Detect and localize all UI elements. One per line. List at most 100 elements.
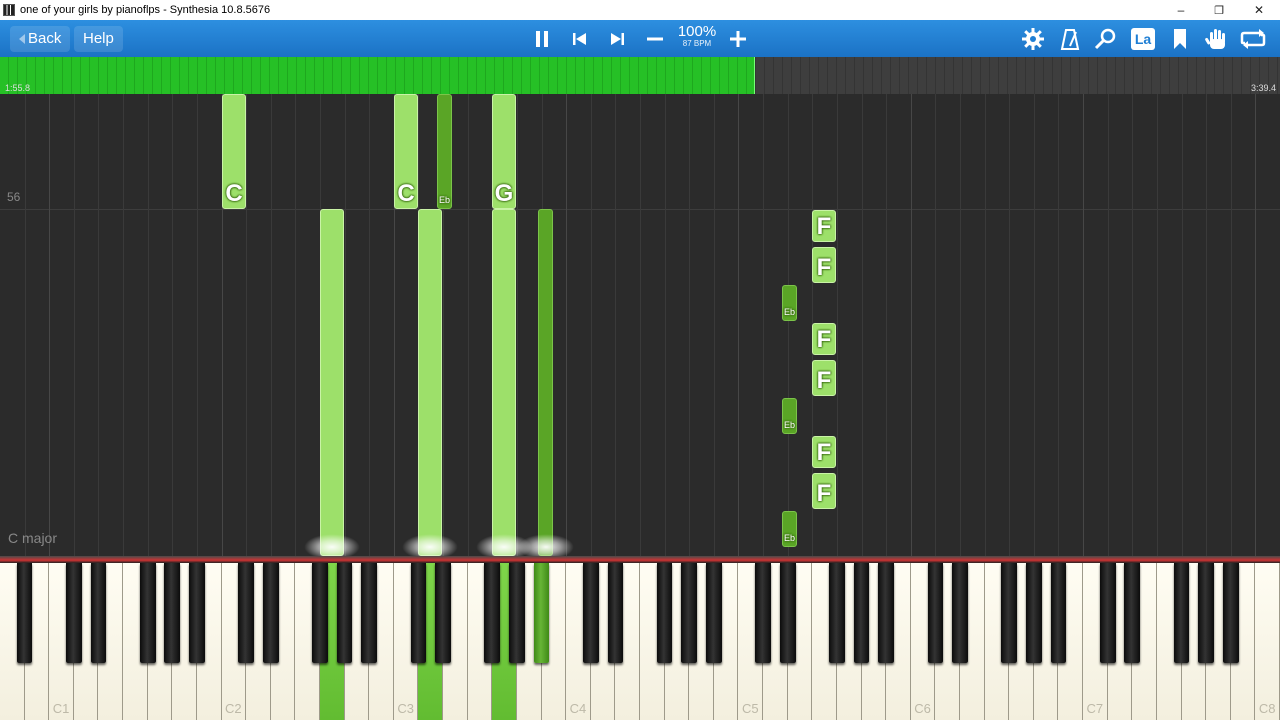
black-key[interactable]: [952, 563, 968, 663]
falling-note: [492, 209, 516, 556]
black-key[interactable]: [336, 563, 353, 663]
hand-icon[interactable]: [1201, 24, 1231, 54]
key-gridline: [295, 94, 296, 556]
key-gridline: [837, 94, 838, 556]
loop-icon[interactable]: [1238, 24, 1268, 54]
metronome-icon[interactable]: [1055, 24, 1085, 54]
black-key[interactable]: [1026, 563, 1042, 663]
pause-icon[interactable]: [527, 24, 557, 54]
black-key[interactable]: [16, 563, 33, 663]
black-key[interactable]: [1198, 563, 1215, 663]
black-key[interactable]: [779, 563, 796, 663]
song-progress-bar[interactable]: 1:55.8 3:39.4: [0, 57, 1280, 94]
key-gridline: [886, 94, 887, 556]
key-gridline: [148, 94, 149, 556]
key-gridline: [197, 94, 198, 556]
note-label: C: [225, 180, 243, 207]
key-gridline: [985, 94, 986, 556]
key-gridline: [1157, 94, 1158, 556]
help-button[interactable]: Help: [74, 26, 123, 52]
black-key[interactable]: [706, 563, 722, 663]
window-title-bar: one of your girls by pianoflps - Synthes…: [0, 0, 1280, 20]
falling-note: [418, 209, 442, 556]
black-key[interactable]: [878, 563, 895, 663]
black-key[interactable]: [755, 563, 771, 663]
falling-note: F: [812, 210, 836, 242]
minimize-button[interactable]: –: [1162, 0, 1200, 20]
falling-note: F: [812, 323, 836, 355]
black-key[interactable]: [853, 563, 870, 663]
speed-display[interactable]: 100% 87 BPM: [674, 24, 720, 48]
falling-note: C: [222, 94, 246, 209]
falling-note: G: [492, 94, 516, 209]
black-key[interactable]: [681, 563, 698, 663]
octave-label: C4: [569, 701, 587, 716]
black-key[interactable]: [533, 563, 550, 663]
key-gridline: [788, 94, 789, 556]
note-label: Eb: [438, 195, 450, 205]
octave-gridline: [1083, 94, 1084, 556]
black-key[interactable]: [1222, 563, 1239, 663]
key-gridline: [1108, 94, 1109, 556]
black-key[interactable]: [238, 563, 255, 663]
plus-icon[interactable]: [723, 24, 753, 54]
octave-gridline: [1255, 94, 1256, 556]
note-label: Eb: [783, 307, 795, 317]
key-gridline: [345, 94, 346, 556]
previous-icon[interactable]: [565, 24, 595, 54]
key-gridline: [468, 94, 469, 556]
black-key[interactable]: [656, 563, 673, 663]
black-key[interactable]: [435, 563, 451, 663]
note-hit-glow: [304, 534, 360, 556]
key-gridline: [689, 94, 690, 556]
key-gridline: [98, 94, 99, 556]
minus-icon[interactable]: [640, 24, 670, 54]
measure-number: 56: [7, 190, 21, 204]
restore-button[interactable]: ❐: [1200, 0, 1238, 20]
black-key[interactable]: [66, 563, 82, 663]
falling-note: Eb: [782, 398, 797, 434]
key-gridline: [74, 94, 75, 556]
black-key[interactable]: [829, 563, 845, 663]
current-time: 1:55.8: [5, 83, 31, 93]
next-icon[interactable]: [602, 24, 632, 54]
key-gridline: [1182, 94, 1183, 556]
note-labels-icon[interactable]: La: [1128, 24, 1158, 54]
key-gridline: [1058, 94, 1059, 556]
black-key[interactable]: [1050, 563, 1067, 663]
piano-keyboard[interactable]: C1 C2 C3 C4 C5 C6 C7 C8: [0, 563, 1280, 720]
black-key[interactable]: [484, 563, 501, 663]
black-key[interactable]: [582, 563, 599, 663]
falling-note: F: [812, 247, 836, 283]
falling-note: F: [812, 473, 836, 509]
back-button[interactable]: Back: [10, 26, 71, 52]
black-key[interactable]: [361, 563, 378, 663]
note-label: F: [816, 439, 832, 466]
black-key[interactable]: [312, 563, 328, 663]
black-key[interactable]: [1124, 563, 1141, 663]
octave-label: C1: [52, 701, 70, 716]
black-key[interactable]: [410, 563, 427, 663]
key-gridline: [591, 94, 592, 556]
black-key[interactable]: [509, 563, 525, 663]
black-key[interactable]: [607, 563, 624, 663]
black-key[interactable]: [164, 563, 181, 663]
black-key[interactable]: [927, 563, 944, 663]
settings-gear-icon[interactable]: [1018, 24, 1048, 54]
black-key[interactable]: [139, 563, 156, 663]
black-key[interactable]: [189, 563, 205, 663]
white-key[interactable]: C8: [1255, 563, 1280, 720]
black-key[interactable]: [1099, 563, 1116, 663]
octave-gridline: [911, 94, 912, 556]
black-key[interactable]: [1001, 563, 1018, 663]
magnifier-icon[interactable]: [1091, 24, 1121, 54]
black-key[interactable]: [1173, 563, 1190, 663]
key-gridline: [714, 94, 715, 556]
bookmark-icon[interactable]: [1165, 24, 1195, 54]
black-key[interactable]: [262, 563, 279, 663]
black-key[interactable]: [90, 563, 107, 663]
falling-note: F: [812, 436, 836, 468]
note-label: F: [816, 367, 832, 394]
total-time: 3:39.4: [1250, 83, 1276, 93]
close-button[interactable]: ✕: [1240, 0, 1278, 20]
